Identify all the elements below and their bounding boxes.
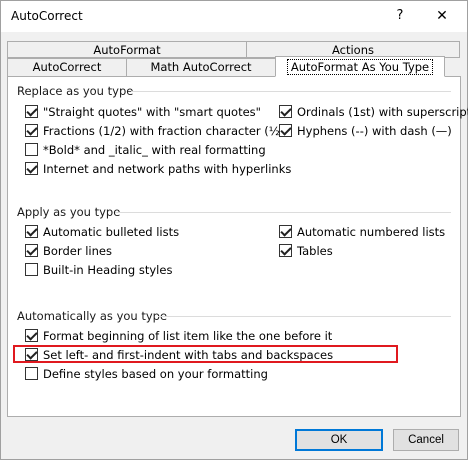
tab-autocorrect[interactable]: AutoCorrect	[7, 58, 127, 76]
tab-label: Math AutoCorrect	[150, 60, 252, 74]
checkbox-label: *Bold* and _italic_ with real formatting	[43, 142, 266, 157]
checkbox-label: Built-in Heading styles	[43, 262, 173, 277]
cancel-button[interactable]: Cancel	[393, 429, 459, 451]
tab-autoformat[interactable]: AutoFormat	[7, 41, 247, 58]
checkbox-label: Fractions (1/2) with fraction character …	[43, 123, 285, 138]
checkbox-box[interactable]	[25, 124, 38, 137]
checkbox-box[interactable]	[25, 105, 38, 118]
checkbox-label: Automatic numbered lists	[297, 224, 446, 239]
checkbox-hyphens[interactable]: Hyphens (--) with dash (—)	[279, 123, 452, 138]
checkbox-label: Ordinals (1st) with superscript	[297, 104, 468, 119]
title-bar: AutoCorrect ? ✕	[1, 1, 467, 32]
checkbox-numbered-lists[interactable]: Automatic numbered lists	[279, 224, 445, 239]
checkbox-fractions[interactable]: Fractions (1/2) with fraction character …	[25, 123, 284, 138]
group-divider	[115, 212, 451, 213]
tab-panel: Replace as you type "Straight quotes" wi…	[7, 76, 468, 417]
checkbox-box[interactable]	[25, 367, 38, 380]
checkbox-format-list-item[interactable]: Format beginning of list item like the o…	[25, 328, 332, 343]
checkbox-define-styles[interactable]: Define styles based on your formatting	[25, 366, 268, 381]
checkbox-ordinals[interactable]: Ordinals (1st) with superscript	[279, 104, 468, 119]
window-title: AutoCorrect	[11, 9, 83, 23]
checkbox-box[interactable]	[25, 225, 38, 238]
checkbox-box[interactable]	[25, 162, 38, 175]
checkbox-label: Tables	[297, 243, 333, 258]
tab-label: Actions	[331, 43, 374, 57]
tab-label: AutoFormat	[93, 43, 161, 57]
tab-autoformat-as-you-type[interactable]: AutoFormat As You Type	[275, 56, 445, 77]
group-divider	[131, 91, 451, 92]
checkbox-hyperlinks[interactable]: Internet and network paths with hyperlin…	[25, 161, 291, 176]
tab-math-autocorrect[interactable]: Math AutoCorrect	[126, 58, 276, 76]
checkbox-box[interactable]	[279, 105, 292, 118]
checkbox-label: Border lines	[43, 243, 112, 258]
checkbox-label: Define styles based on your formatting	[43, 366, 268, 381]
checkbox-box[interactable]	[25, 244, 38, 257]
dialog-client-area: AutoFormat Actions AutoCorrect Math Auto…	[1, 32, 468, 459]
autocorrect-dialog: AutoCorrect ? ✕ AutoFormat Actions AutoC…	[0, 0, 468, 460]
group-title-apply: Apply as you type	[17, 205, 121, 219]
checkbox-bold-italic[interactable]: *Bold* and _italic_ with real formatting	[25, 142, 266, 157]
checkbox-heading-styles[interactable]: Built-in Heading styles	[25, 262, 172, 277]
tab-label: AutoCorrect	[32, 60, 102, 74]
checkbox-box[interactable]	[279, 244, 292, 257]
checkbox-box[interactable]	[279, 124, 292, 137]
checkbox-label: "Straight quotes" with "smart quotes"	[43, 104, 261, 119]
group-divider	[158, 316, 451, 317]
checkbox-border-lines[interactable]: Border lines	[25, 243, 112, 258]
checkbox-label: Internet and network paths with hyperlin…	[43, 161, 292, 176]
checkbox-label: Hyphens (--) with dash (—)	[297, 123, 452, 138]
checkbox-label: Format beginning of list item like the o…	[43, 328, 333, 343]
checkbox-label: Automatic bulleted lists	[43, 224, 180, 239]
group-title-automatically: Automatically as you type	[17, 309, 168, 323]
checkbox-tables[interactable]: Tables	[279, 243, 333, 258]
checkbox-bulleted-lists[interactable]: Automatic bulleted lists	[25, 224, 179, 239]
tab-label: AutoFormat As You Type	[286, 59, 434, 75]
help-button[interactable]: ?	[387, 4, 413, 28]
checkbox-straight-quotes[interactable]: "Straight quotes" with "smart quotes"	[25, 104, 261, 119]
ok-button[interactable]: OK	[295, 429, 383, 451]
checkbox-box[interactable]	[25, 329, 38, 342]
checkbox-box[interactable]	[25, 263, 38, 276]
highlight-box	[13, 345, 398, 363]
close-button[interactable]: ✕	[427, 4, 457, 28]
checkbox-box[interactable]	[279, 225, 292, 238]
group-title-replace: Replace as you type	[17, 84, 134, 98]
checkbox-box[interactable]	[25, 143, 38, 156]
